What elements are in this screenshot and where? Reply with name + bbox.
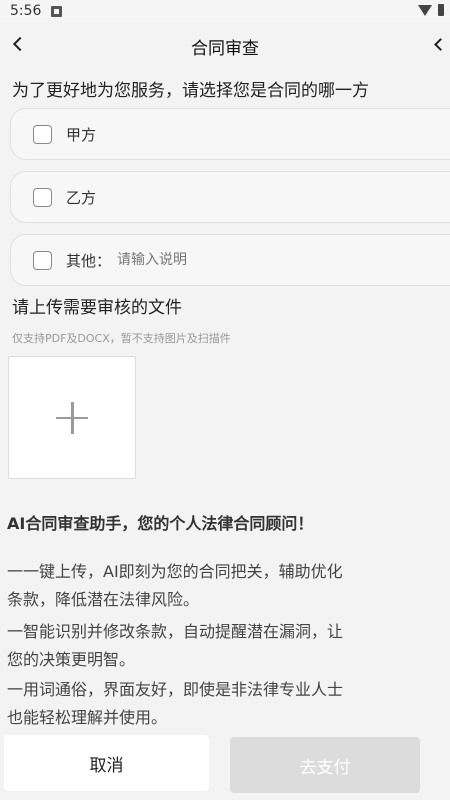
pay-button[interactable]: 去支付	[230, 737, 420, 793]
promo-line: 您的决策更明智。	[7, 650, 136, 669]
option-party-a[interactable]: 甲方	[10, 108, 450, 160]
upload-button[interactable]	[8, 356, 136, 479]
promo-line: 一用词通俗，界面友好，即使是非法律专业人士	[7, 680, 344, 699]
chevron-left-icon[interactable]	[434, 32, 450, 56]
promo-title: AI合同审查助手，您的个人法律合同顾问！	[7, 514, 314, 533]
status-time: 5:56	[10, 3, 42, 19]
option-party-b[interactable]: 乙方	[10, 171, 450, 223]
status-bar: 5:56	[0, 0, 450, 22]
page-title: 合同审查	[191, 38, 259, 59]
checkbox-icon[interactable]	[33, 124, 52, 144]
promo-line: 条款，降低潜在法律风险。	[7, 590, 200, 609]
upload-title: 请上传需要审核的文件	[12, 298, 182, 318]
plus-icon	[56, 401, 88, 434]
promo-line: 一一键上传，AI即刻为您的合同把关，辅助优化	[7, 562, 343, 581]
checkbox-icon[interactable]	[33, 187, 52, 207]
cancel-button[interactable]: 取消	[4, 735, 209, 791]
battery-icon	[438, 4, 444, 16]
promo-line: 一智能识别并修改条款，自动提醒潜在漏洞，让	[7, 622, 344, 641]
promo-line: 也能轻松理解并使用。	[7, 708, 168, 727]
upload-hint: 仅支持PDF及DOCX，暂不支持图片及扫描件	[12, 332, 231, 345]
option-label: 甲方	[66, 125, 97, 144]
header: 合同审查	[0, 22, 450, 70]
option-label: 其他：	[66, 251, 112, 270]
option-label: 乙方	[66, 188, 97, 207]
other-description-input[interactable]	[117, 252, 318, 268]
back-icon[interactable]	[8, 32, 32, 56]
role-question: 为了更好地为您服务，请选择您是合同的哪一方	[12, 81, 369, 101]
checkbox-icon[interactable]	[33, 250, 52, 270]
status-right	[418, 4, 444, 16]
wifi-icon	[418, 4, 432, 16]
option-other[interactable]: 其他：	[10, 234, 450, 286]
notification-icon	[51, 5, 63, 17]
